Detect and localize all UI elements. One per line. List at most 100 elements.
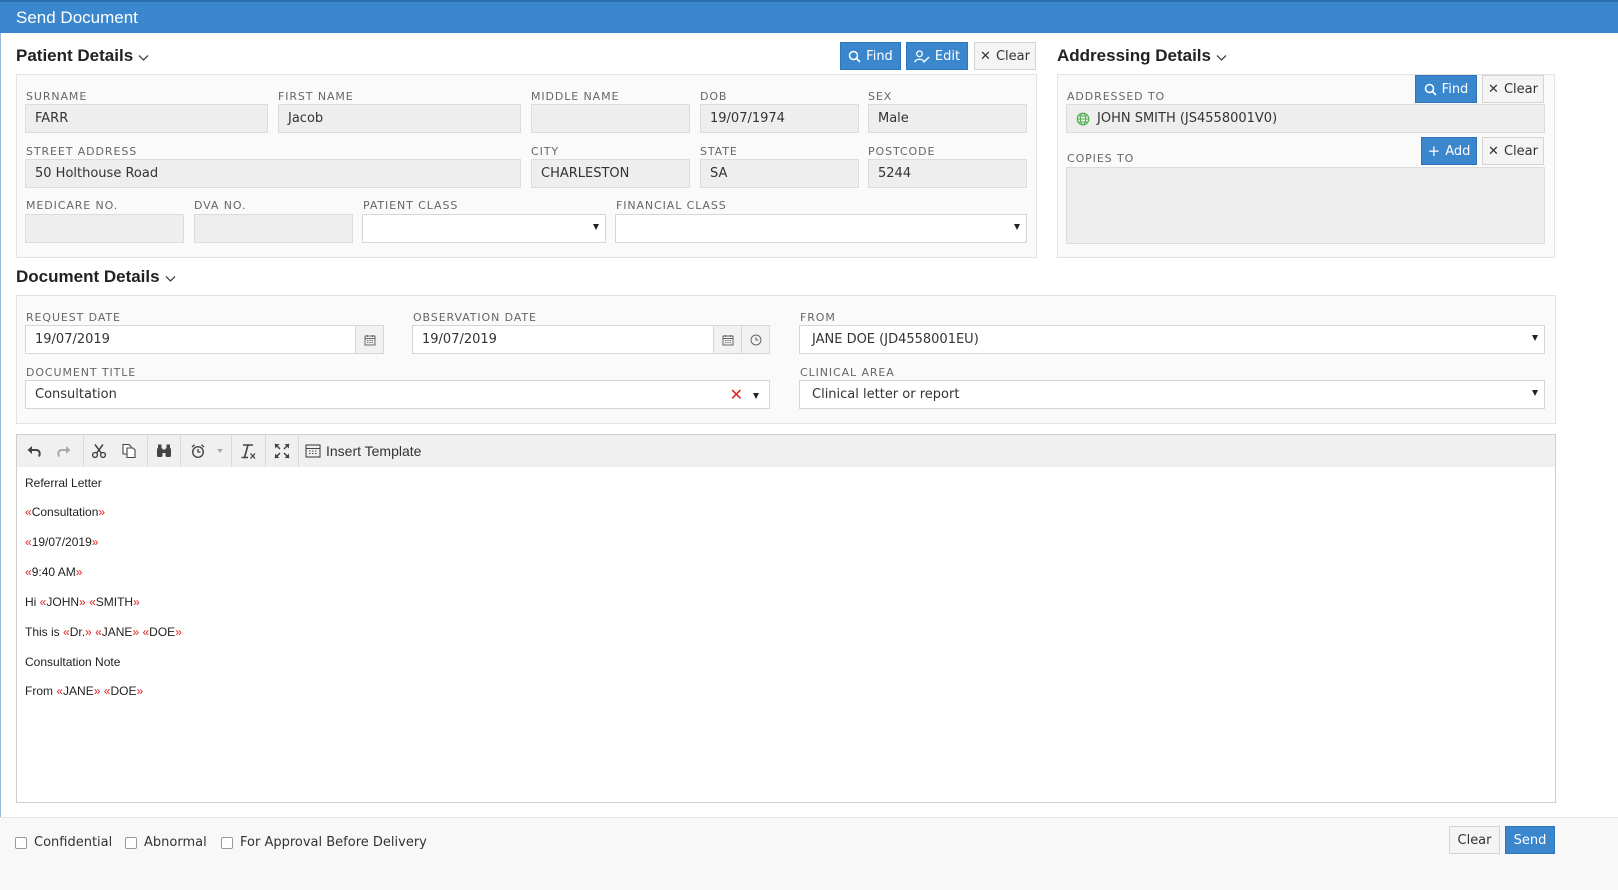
observation-date-input[interactable]: 19/07/2019 <box>412 325 770 354</box>
clear-x-icon[interactable]: ✕ <box>730 385 743 404</box>
financial-class-label: FINANCIAL CLASS <box>616 199 727 212</box>
chevron-down-icon <box>1216 47 1227 67</box>
addressed-to-clear-label: Clear <box>1503 81 1538 97</box>
copies-to-add-button[interactable]: + Add <box>1421 137 1477 165</box>
search-icon <box>1424 83 1437 96</box>
alarm-clock-icon[interactable] <box>183 435 213 467</box>
dob-field[interactable]: 19/07/1974 <box>700 104 859 133</box>
redo-icon[interactable] <box>49 435 79 467</box>
city-label: CITY <box>531 145 559 158</box>
clinical-area-value: Clinical letter or report <box>812 387 960 402</box>
find-replace-binoculars-icon[interactable] <box>148 435 180 467</box>
patient-find-label: Find <box>866 48 893 64</box>
sex-field[interactable]: Male <box>868 104 1027 133</box>
merge-field: «JANE» <box>95 625 140 639</box>
caret-down-icon <box>1532 390 1538 396</box>
addressed-to-field[interactable]: JOHN SMITH (JS4558001V0) <box>1066 104 1545 133</box>
financial-class-select[interactable] <box>615 214 1027 243</box>
first-name-label: FIRST NAME <box>278 90 354 103</box>
copies-to-clear-button[interactable]: ✕ Clear <box>1482 137 1544 165</box>
editor-content-area[interactable]: Referral Letter «Consultation» «19/07/20… <box>16 467 1556 803</box>
from-select[interactable]: JANE DOE (JD4558001EU) <box>799 325 1545 354</box>
observation-date-value: 19/07/2019 <box>422 332 497 347</box>
patient-edit-label: Edit <box>934 48 961 64</box>
editor-line: From «JANE» «DOE» <box>25 684 144 698</box>
confidential-checkbox[interactable]: Confidential <box>15 835 112 850</box>
editor-toolbar: Insert Template <box>16 434 1556 468</box>
editor-line: «Consultation» <box>25 505 105 519</box>
footer-clear-label: Clear <box>1457 832 1492 848</box>
chevron-down-icon <box>138 47 149 67</box>
abnormal-label: Abnormal <box>144 835 207 850</box>
surname-label: SURNAME <box>26 90 88 103</box>
request-date-input[interactable]: 19/07/2019 <box>25 325 384 354</box>
checkbox-box[interactable] <box>221 836 233 849</box>
clinical-area-select[interactable]: Clinical letter or report <box>799 380 1545 409</box>
middle-name-field[interactable] <box>531 104 690 133</box>
copies-to-list[interactable] <box>1066 167 1545 244</box>
footer-clear-button[interactable]: Clear <box>1449 826 1500 854</box>
close-icon: ✕ <box>980 48 991 64</box>
addressing-details-header[interactable]: Addressing Details <box>1057 46 1227 67</box>
patient-class-label: PATIENT CLASS <box>363 199 459 212</box>
patient-class-select[interactable] <box>362 214 606 243</box>
patient-details-header[interactable]: Patient Details <box>16 46 149 67</box>
document-details-header[interactable]: Document Details <box>16 267 176 288</box>
addressed-to-clear-button[interactable]: ✕ Clear <box>1482 75 1544 103</box>
from-value: JANE DOE (JD4558001EU) <box>812 332 979 347</box>
patient-edit-button[interactable]: Edit <box>906 42 968 70</box>
globe-icon <box>1076 112 1090 126</box>
dva-label: DVA NO. <box>194 199 247 212</box>
remove-format-icon[interactable] <box>232 435 264 467</box>
merge-field: «JOHN» <box>39 595 86 609</box>
document-title-combobox[interactable]: Consultation ✕ <box>25 380 770 409</box>
window-title: Send Document <box>16 8 138 27</box>
send-button[interactable]: Send <box>1505 826 1555 854</box>
surname-field[interactable]: FARR <box>25 104 268 133</box>
medicare-field[interactable] <box>25 214 184 243</box>
dob-label: DOB <box>700 90 728 103</box>
search-icon <box>848 50 861 63</box>
patient-find-button[interactable]: Find <box>840 42 901 70</box>
undo-icon[interactable] <box>19 435 49 467</box>
editor-line: Consultation Note <box>25 655 121 669</box>
copy-icon[interactable] <box>114 435 144 467</box>
caret-down-icon <box>1532 335 1538 341</box>
checkbox-box[interactable] <box>15 836 27 849</box>
insert-template-button[interactable]: Insert Template <box>305 435 425 467</box>
patient-clear-button[interactable]: ✕ Clear <box>974 42 1036 70</box>
clinical-area-label: CLINICAL AREA <box>800 366 895 379</box>
first-name-field[interactable]: Jacob <box>278 104 521 133</box>
dva-field[interactable] <box>194 214 353 243</box>
alarm-dropdown-caret-icon[interactable] <box>213 435 227 467</box>
street-address-field[interactable]: 50 Holthouse Road <box>25 159 521 188</box>
patient-clear-label: Clear <box>995 48 1030 64</box>
observation-date-label: OBSERVATION DATE <box>413 311 537 324</box>
footer-bar: Confidential Abnormal For Approval Befor… <box>0 817 1618 890</box>
window-left-border <box>0 33 1 890</box>
cut-icon[interactable] <box>84 435 114 467</box>
merge-field: «Dr.» <box>63 625 92 639</box>
editor-line: Referral Letter <box>25 476 102 490</box>
calendar-icon[interactable] <box>713 326 741 353</box>
addressed-to-find-button[interactable]: Find <box>1415 75 1477 103</box>
calendar-icon[interactable] <box>355 326 383 353</box>
checkbox-box[interactable] <box>125 836 137 849</box>
clock-icon[interactable] <box>741 326 769 353</box>
maximize-icon[interactable] <box>266 435 298 467</box>
state-field[interactable]: SA <box>700 159 859 188</box>
abnormal-checkbox[interactable]: Abnormal <box>125 835 207 850</box>
approval-checkbox[interactable]: For Approval Before Delivery <box>221 835 427 850</box>
chevron-down-icon <box>165 268 176 288</box>
send-label: Send <box>1513 832 1547 848</box>
editor-line: «9:40 AM» <box>25 565 82 579</box>
close-icon: ✕ <box>1488 143 1499 159</box>
user-edit-icon <box>914 49 930 63</box>
merge-field: «DOE» <box>142 625 182 639</box>
postcode-field[interactable]: 5244 <box>868 159 1027 188</box>
request-date-value: 19/07/2019 <box>35 332 110 347</box>
merge-field: «JANE» <box>56 684 101 698</box>
caret-down-icon[interactable] <box>753 393 759 399</box>
city-field[interactable]: CHARLESTON <box>531 159 690 188</box>
merge-field: «Consultation» <box>25 505 106 519</box>
